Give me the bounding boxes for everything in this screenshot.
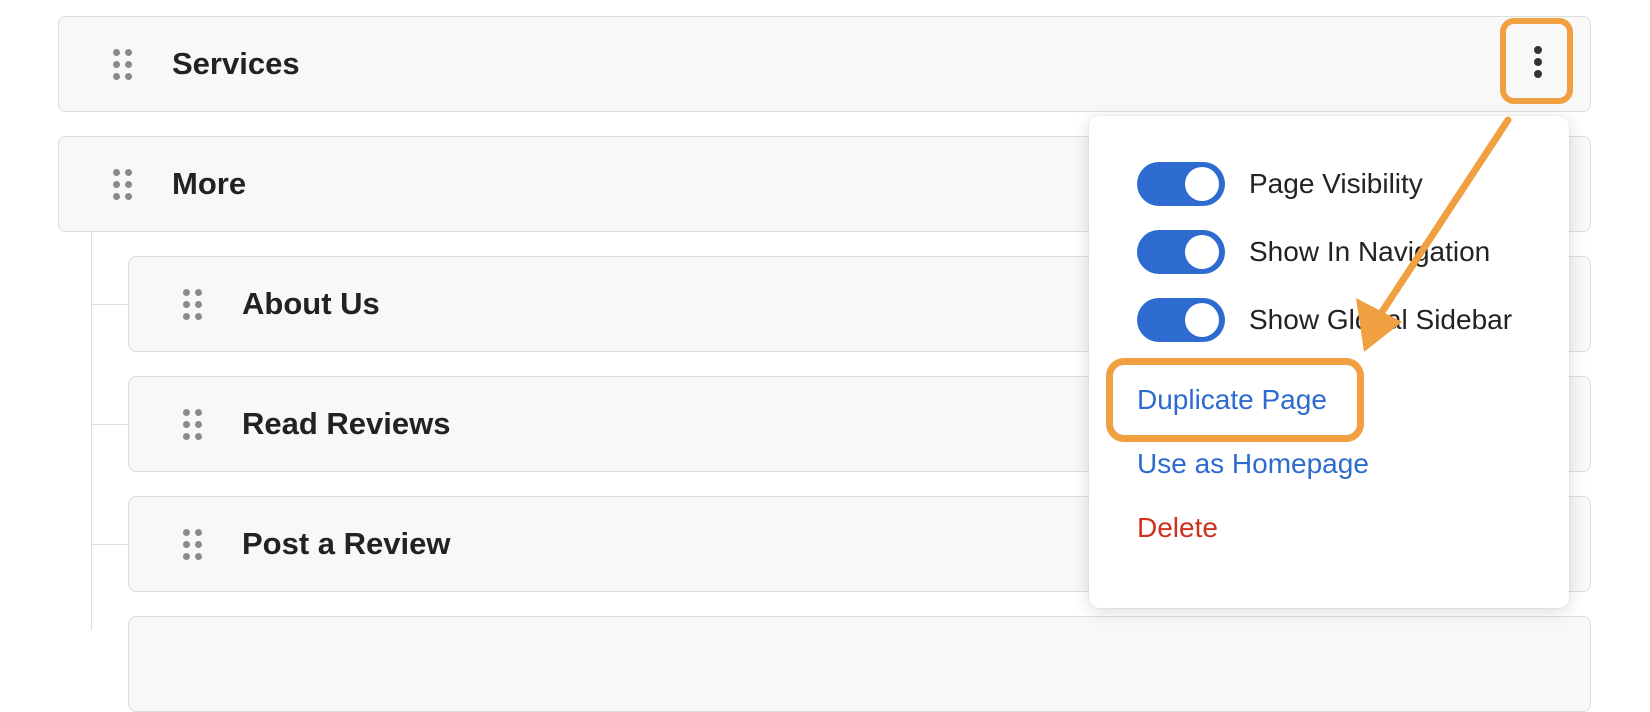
tree-connector	[91, 424, 128, 425]
toggle-knob	[1185, 167, 1219, 201]
show-global-sidebar-option: Show Global Sidebar	[1137, 298, 1557, 342]
page-title-read-reviews: Read Reviews	[242, 406, 451, 441]
drag-handle-icon[interactable]	[183, 409, 203, 441]
tree-connector	[91, 304, 128, 305]
show-in-navigation-toggle[interactable]	[1137, 230, 1225, 274]
drag-handle-icon[interactable]	[183, 289, 203, 321]
toggle-knob	[1185, 235, 1219, 269]
page-visibility-toggle[interactable]	[1137, 162, 1225, 206]
more-options-button[interactable]	[1500, 18, 1573, 104]
drag-handle-icon[interactable]	[113, 49, 133, 81]
page-title-services: Services	[172, 46, 300, 81]
delete-page-link[interactable]: Delete	[1137, 510, 1218, 546]
page-title-about-us: About Us	[242, 286, 380, 321]
show-global-sidebar-label: Show Global Sidebar	[1249, 304, 1513, 335]
show-in-navigation-option: Show In Navigation	[1137, 230, 1557, 274]
page-title-post-a-review: Post a Review	[242, 526, 451, 561]
drag-handle-icon[interactable]	[113, 169, 133, 201]
page-row-next[interactable]	[128, 616, 1591, 712]
duplicate-page-highlight	[1106, 358, 1364, 442]
toggle-knob	[1185, 303, 1219, 337]
show-in-navigation-label: Show In Navigation	[1249, 236, 1491, 267]
page-row-services[interactable]: Services	[58, 16, 1591, 112]
show-global-sidebar-toggle[interactable]	[1137, 298, 1225, 342]
use-as-homepage-link[interactable]: Use as Homepage	[1137, 446, 1369, 482]
tree-connector	[91, 544, 128, 545]
page-title-more: More	[172, 166, 247, 201]
tree-connector	[91, 230, 92, 630]
page-visibility-option: Page Visibility	[1137, 162, 1557, 206]
page-visibility-label: Page Visibility	[1249, 168, 1423, 199]
drag-handle-icon[interactable]	[183, 529, 203, 561]
